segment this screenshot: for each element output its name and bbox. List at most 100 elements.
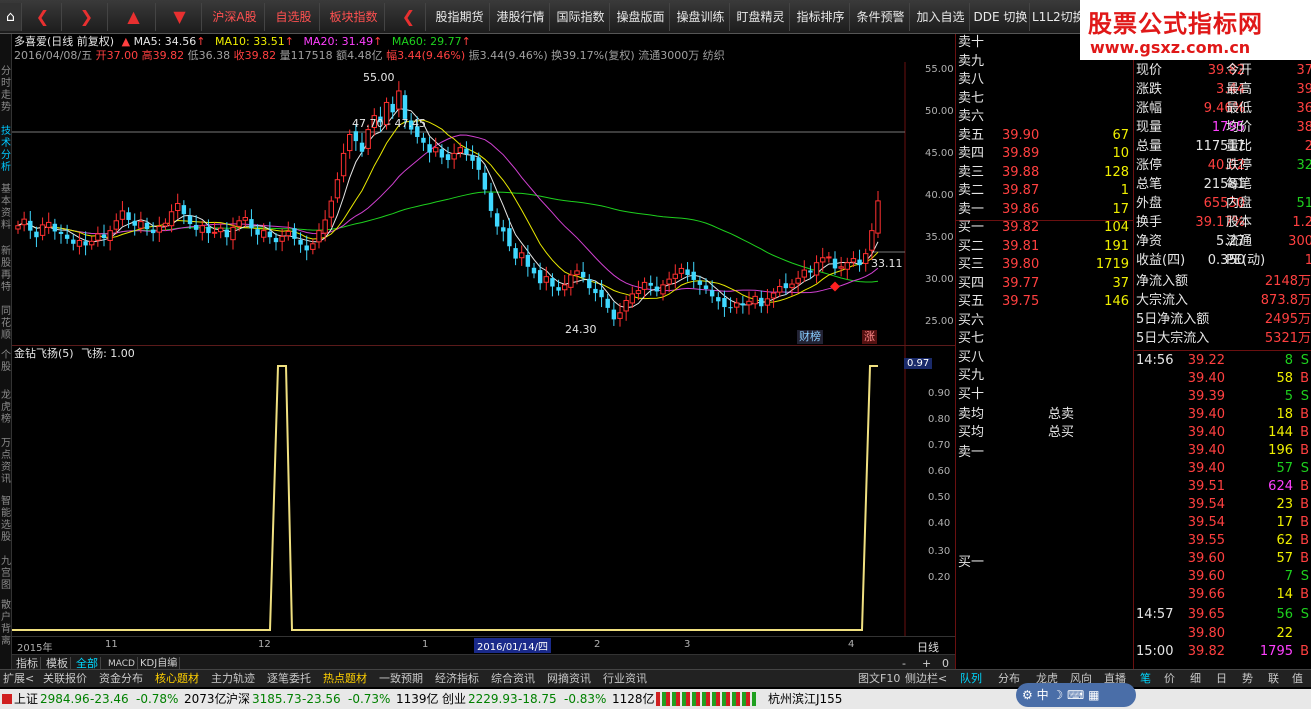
time-label-1: 1 xyxy=(422,639,429,650)
side-tab-ri[interactable]: 日 xyxy=(1213,671,1230,687)
buy-level-row[interactable]: 买三 39.80 1719 xyxy=(958,256,1133,274)
cy-label[interactable]: 创业 xyxy=(442,689,466,709)
buy-level-row[interactable]: 买一 39.82 104 xyxy=(958,219,1133,237)
vtab-jiugong[interactable]: 九宫图 xyxy=(0,556,12,592)
candle-body xyxy=(617,312,623,319)
toolbar-btn-hushen[interactable]: 沪深A股 xyxy=(205,3,265,31)
price-axis-35: 35.00 xyxy=(925,232,954,243)
candle-body xyxy=(513,248,518,259)
toolbar-btn-guzhi[interactable]: 股指期货 xyxy=(430,3,490,31)
ind-axis-070: 0.70 xyxy=(928,440,951,451)
toolbar-btn-yujing[interactable]: 条件预警 xyxy=(852,3,910,31)
btn-cebianlan[interactable]: 侧边栏< xyxy=(902,671,950,687)
sell-level-row[interactable]: 卖五 39.90 67 xyxy=(958,127,1133,145)
vtab-jishu[interactable]: 技术分析 xyxy=(0,126,12,174)
ime-toolbar[interactable]: ⚙ 中 ☽ ⌨ ▦ xyxy=(1016,683,1136,707)
buy-level-row[interactable]: 买六 xyxy=(958,312,1133,330)
btn-hexin[interactable]: 核心题材 xyxy=(152,671,202,687)
vtab-sanhu[interactable]: 散户背离 xyxy=(0,600,12,648)
info-amount: 额4.48亿 xyxy=(336,49,383,62)
indicator-chart[interactable] xyxy=(12,346,955,636)
side-tab-jia[interactable]: 价 xyxy=(1161,671,1178,687)
vtab-xingu[interactable]: 新股再特 xyxy=(0,246,12,294)
vtab-tonghuashun[interactable]: 同花顺 xyxy=(0,306,12,342)
toolbar-btn-ganggu[interactable]: 港股行情 xyxy=(492,3,550,31)
buy-level-row[interactable]: 买五 39.75 146 xyxy=(958,293,1133,311)
btn-jingji[interactable]: 经济指标 xyxy=(432,671,482,687)
buy-level-row[interactable]: 买二 39.81 191 xyxy=(958,238,1133,256)
candle-body xyxy=(249,219,254,229)
tick-price: 39.55 xyxy=(1187,533,1225,548)
ind-axis-040: 0.40 xyxy=(928,518,951,529)
sh-label[interactable]: 上证 xyxy=(14,689,38,709)
orderbook-price: 39.77 xyxy=(1002,275,1040,291)
toolbar-btn-zixuan[interactable]: 自选股 xyxy=(268,3,320,31)
down-arrow-icon[interactable]: ▼ xyxy=(158,3,202,31)
btn-tuwen-f10[interactable]: 图文F10 xyxy=(855,671,903,687)
candle-body xyxy=(340,152,347,177)
tick-time: 14:57 xyxy=(1136,607,1174,622)
btn-zijin[interactable]: 资金分布 xyxy=(96,671,146,687)
period-label[interactable]: 日线 xyxy=(917,639,939,655)
sz-label[interactable]: 沪深 xyxy=(226,689,250,709)
tick-price: 39.80 xyxy=(1187,626,1225,641)
candle-body xyxy=(156,226,162,233)
vtab-zixun[interactable]: 万点资讯 xyxy=(0,438,12,486)
sell-level-row[interactable]: 卖二 39.87 1 xyxy=(958,182,1133,200)
home-icon[interactable]: ⌂ xyxy=(0,3,22,31)
kline-chart[interactable] xyxy=(12,62,955,345)
sell-level-row[interactable]: 卖三 39.88 128 xyxy=(958,164,1133,182)
vtab-jiben[interactable]: 基本资料 xyxy=(0,184,12,232)
side-tab-zhi[interactable]: 值 xyxy=(1289,671,1306,687)
ind-axis-020: 0.20 xyxy=(928,572,951,583)
toolbar-btn-caopan[interactable]: 操盘版面 xyxy=(612,3,670,31)
sz-pct: -0.73% xyxy=(348,692,391,706)
quote-value-2: 37 xyxy=(1296,63,1311,78)
left-arrow-icon[interactable]: ❮ xyxy=(392,3,426,31)
toolbar-btn-guoji[interactable]: 国际指数 xyxy=(552,3,610,31)
buy-level-row[interactable]: 买九 xyxy=(958,367,1133,385)
candle-body xyxy=(826,256,832,259)
side-tab-shi[interactable]: 势 xyxy=(1239,671,1256,687)
sell-level-row[interactable]: 卖八 xyxy=(958,71,1133,89)
toolbar-btn-dde[interactable]: DDE 切换 xyxy=(972,3,1030,31)
vtab-fenshi[interactable]: 分时走势 xyxy=(0,66,12,114)
buy-level-row[interactable]: 买八 xyxy=(958,349,1133,367)
toolbar-btn-bankuai[interactable]: 板块指数 xyxy=(323,3,385,31)
btn-wangzhai[interactable]: 网摘资讯 xyxy=(544,671,594,687)
sell-level-row[interactable]: 卖一 39.86 17 xyxy=(958,201,1133,219)
sell-level-row[interactable]: 卖四 39.89 10 xyxy=(958,145,1133,163)
vtab-zhineng[interactable]: 智能选股 xyxy=(0,496,12,544)
forward-arrow-icon[interactable]: ❯ xyxy=(66,3,108,31)
toolbar-btn-xunlian[interactable]: 操盘训练 xyxy=(672,3,730,31)
sell-level-row[interactable]: 卖七 xyxy=(958,90,1133,108)
side-tab-bi[interactable]: 笔 xyxy=(1137,671,1154,687)
side-tab-fenbu[interactable]: 分布 xyxy=(995,671,1023,687)
btn-redian[interactable]: 热点题材 xyxy=(320,671,370,687)
side-tab-duilie[interactable]: 队列 xyxy=(957,671,985,687)
sell-level-row[interactable]: 卖六 xyxy=(958,108,1133,126)
toolbar-btn-l1l2[interactable]: L1L2切换 xyxy=(1032,3,1082,31)
badge-caibang[interactable]: 财榜 xyxy=(797,330,823,344)
toolbar-btn-jiaru[interactable]: 加入自选 xyxy=(912,3,970,31)
btn-kuozhan[interactable]: 扩展< xyxy=(0,671,37,687)
buy-level-row[interactable]: 买四 39.77 37 xyxy=(958,275,1133,293)
btn-hangye[interactable]: 行业资讯 xyxy=(600,671,650,687)
flow-value: 2148万 xyxy=(1264,274,1311,289)
side-tab-xi[interactable]: 细 xyxy=(1187,671,1204,687)
buy-level-row[interactable]: 买七 xyxy=(958,330,1133,348)
up-arrow-icon[interactable]: ▲ xyxy=(112,3,156,31)
toolbar-btn-paixu[interactable]: 指标排序 xyxy=(792,3,850,31)
back-arrow-icon[interactable]: ❮ xyxy=(24,3,62,31)
toolbar-btn-dingpan[interactable]: 盯盘精灵 xyxy=(732,3,790,31)
buy-level-row[interactable]: 买十 xyxy=(958,386,1133,404)
badge-zhang[interactable]: 涨 xyxy=(862,330,877,344)
btn-zhubi[interactable]: 逐笔委托 xyxy=(264,671,314,687)
vtab-gegu[interactable]: 个股 xyxy=(0,350,12,374)
btn-yizhi[interactable]: 一致预期 xyxy=(376,671,426,687)
vtab-longhu[interactable]: 龙虎榜 xyxy=(0,390,12,426)
btn-guanlian[interactable]: 关联报价 xyxy=(40,671,90,687)
side-tab-lian[interactable]: 联 xyxy=(1265,671,1282,687)
btn-zonghe[interactable]: 综合资讯 xyxy=(488,671,538,687)
btn-zhuli[interactable]: 主力轨迹 xyxy=(208,671,258,687)
